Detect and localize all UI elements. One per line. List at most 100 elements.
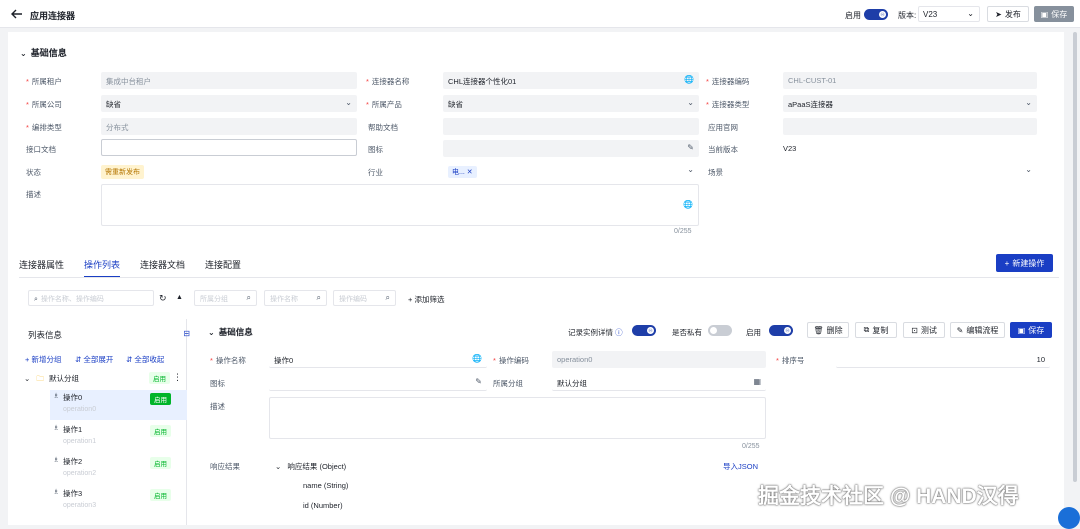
new-operation-button[interactable]: + 新建操作 [996, 254, 1053, 272]
tab-connector-docs[interactable]: 连接器文档 [140, 258, 185, 274]
operation-item[interactable]: ♗ 操作1 operation1 启用 [50, 422, 187, 452]
operation-icon: ♗ [53, 489, 60, 496]
tab-operation-list[interactable]: 操作列表 [84, 258, 121, 278]
top-save-button[interactable]: ▣ 保存 [1034, 6, 1074, 22]
code-filter[interactable]: 操作编码 ⌕ [333, 290, 396, 306]
product-select[interactable]: 缺省 ⌄ [443, 95, 699, 112]
connector-type-select[interactable]: aPaaS连接器 ⌄ [783, 95, 1037, 112]
search-input[interactable]: ⌕ 操作名称、操作编码 [28, 290, 154, 306]
refresh-icon[interactable]: ↻ [159, 293, 167, 304]
official-site-field[interactable] [783, 118, 1037, 135]
detail-basic-info-text: 基础信息 [218, 327, 253, 337]
operation-item[interactable]: ♗ 操作3 operation3 启用 [50, 486, 187, 516]
list-info-title: 列表信息 [28, 330, 63, 340]
detail-enable-toggle[interactable]: Ⓝ [769, 325, 793, 336]
op-name-label: * 操作名称 [210, 356, 246, 365]
response-root-node[interactable]: ⌄ 响应结果 (Object) [275, 461, 346, 472]
copy-icon: ⧉ [863, 325, 870, 334]
chevron-down-icon: ⌄ [208, 328, 215, 337]
close-icon[interactable]: ✕ [467, 169, 473, 176]
version-select[interactable]: V23 ⌄ [918, 6, 980, 22]
tab-connector-properties[interactable]: 连接器属性 [19, 258, 64, 274]
copy-label: 复制 [872, 325, 889, 335]
send-icon: ➤ [995, 9, 1002, 19]
delete-button[interactable]: 🗑 删除 [807, 322, 849, 338]
calendar-icon: ▦ [753, 377, 761, 386]
globe-icon[interactable]: 🌐 [683, 200, 693, 209]
detail-save-button[interactable]: ▣ 保存 [1010, 322, 1052, 338]
operation-list-panel: 列表信息 ⊟ + 新增分组 ⇵ 全部展开 ⇵ 全部收起 ⌄ 🗀 默认分组 启用 … [20, 319, 190, 525]
record-details-label: 记录实例详情 ⓘ [568, 328, 623, 337]
tab-connection-config[interactable]: 连接配置 [205, 258, 241, 274]
op-group-select[interactable]: 默认分组 ▦ [552, 374, 766, 391]
back-arrow-icon[interactable] [10, 7, 24, 21]
basic-info-title[interactable]: ⌄ 基础信息 [20, 46, 67, 59]
edit-icon[interactable]: ✎ [687, 143, 694, 152]
group-node[interactable]: ⌄ 🗀 默认分组 [24, 373, 79, 386]
add-filter-button[interactable]: + 添加筛选 [408, 294, 444, 305]
publish-button[interactable]: ➤ 发布 [987, 6, 1029, 22]
edit-icon: ✎ [956, 325, 964, 335]
operation-code: operation1 [63, 438, 97, 445]
api-doc-input[interactable] [101, 139, 357, 156]
current-version-value: V23 [783, 144, 797, 153]
help-icon[interactable]: ⓘ [615, 328, 623, 337]
top-save-button-label: 保存 [1051, 9, 1068, 19]
enable-toggle[interactable]: Ⓝ [864, 9, 888, 20]
op-icon-field[interactable]: ✎ [269, 374, 487, 391]
connector-name-field[interactable]: CHL连接器个性化01 🌐 [443, 72, 699, 89]
op-description-textarea[interactable] [269, 397, 766, 439]
collapse-all-link[interactable]: ⇵ 全部收起 [126, 354, 164, 365]
edit-flow-button[interactable]: ✎ 编辑流程 [950, 322, 1005, 338]
private-toggle[interactable] [708, 325, 732, 336]
expand-all-label: 全部展开 [83, 355, 114, 364]
operation-item[interactable]: ♗ 操作2 operation2 启用 [50, 454, 187, 484]
edit-icon[interactable]: ✎ [475, 377, 482, 386]
help-doc-label: 帮助文档 [368, 123, 398, 132]
sort-field[interactable]: 10 [836, 351, 1050, 368]
industry-select[interactable]: 电... ✕ ⌄ [443, 162, 699, 179]
scrollbar-thumb[interactable] [1073, 32, 1077, 482]
search-icon: ⌕ [385, 293, 390, 302]
collapse-panel-icon[interactable]: ⊟ [183, 329, 190, 338]
description-textarea[interactable]: 🌐 [101, 184, 699, 226]
globe-icon[interactable]: 🌐 [472, 354, 482, 363]
help-doc-field[interactable] [443, 118, 699, 135]
current-version-label: 当前版本 [708, 145, 738, 154]
assistant-icon[interactable] [1058, 507, 1080, 529]
company-value: 缺省 [106, 100, 121, 109]
icon-field[interactable]: ✎ [443, 140, 699, 157]
more-icon[interactable]: ⋮ [173, 372, 182, 383]
expand-all-link[interactable]: ⇵ 全部展开 [75, 354, 113, 365]
response-field[interactable]: id (Number) [303, 501, 343, 510]
company-select[interactable]: 缺省 ⌄ [101, 95, 357, 112]
connector-type-label: * 连接器类型 [706, 100, 750, 109]
new-group-link[interactable]: + 新增分组 [25, 354, 61, 365]
tab-bar: 连接器属性 操作列表 连接器文档 连接配置 [19, 258, 241, 278]
name-filter[interactable]: 操作名称 ⌕ [264, 290, 327, 306]
operation-status-badge: 启用 [150, 489, 171, 501]
import-json-link[interactable]: 导入JSON [723, 461, 758, 472]
record-details-toggle[interactable]: Ⓝ [632, 325, 656, 336]
response-field[interactable]: name (String) [303, 481, 348, 490]
op-name-field[interactable]: 操作0 🌐 [269, 351, 487, 368]
globe-icon[interactable]: 🌐 [684, 75, 694, 84]
operation-status-badge: 启用 [150, 425, 171, 437]
group-filter[interactable]: 所属分组 ⌕ [194, 290, 257, 306]
tenant-label: * 所属租户 [26, 77, 62, 86]
operation-icon: ♗ [53, 425, 60, 432]
page-title: 应用连接器 [30, 11, 76, 21]
test-button[interactable]: ⊡ 测试 [903, 322, 945, 338]
op-description-counter: 0/255 [742, 443, 760, 450]
scene-select[interactable]: ⌄ [783, 162, 1037, 179]
operation-status-badge: 启用 [150, 457, 171, 469]
copy-button[interactable]: ⧉ 复制 [855, 322, 897, 338]
triangle-up-icon[interactable]: ▲ [176, 294, 183, 301]
operation-code: operation2 [63, 470, 97, 477]
page-scrollbar[interactable] [1072, 32, 1078, 522]
detail-basic-info-title[interactable]: ⌄ 基础信息 [208, 326, 253, 338]
detail-enable-label: 启用 [746, 328, 761, 337]
op-code-field: operation0 [552, 351, 766, 368]
operation-item[interactable]: ♗ 操作0 operation0 启用 [50, 390, 187, 420]
search-icon: ⌕ [316, 293, 321, 302]
